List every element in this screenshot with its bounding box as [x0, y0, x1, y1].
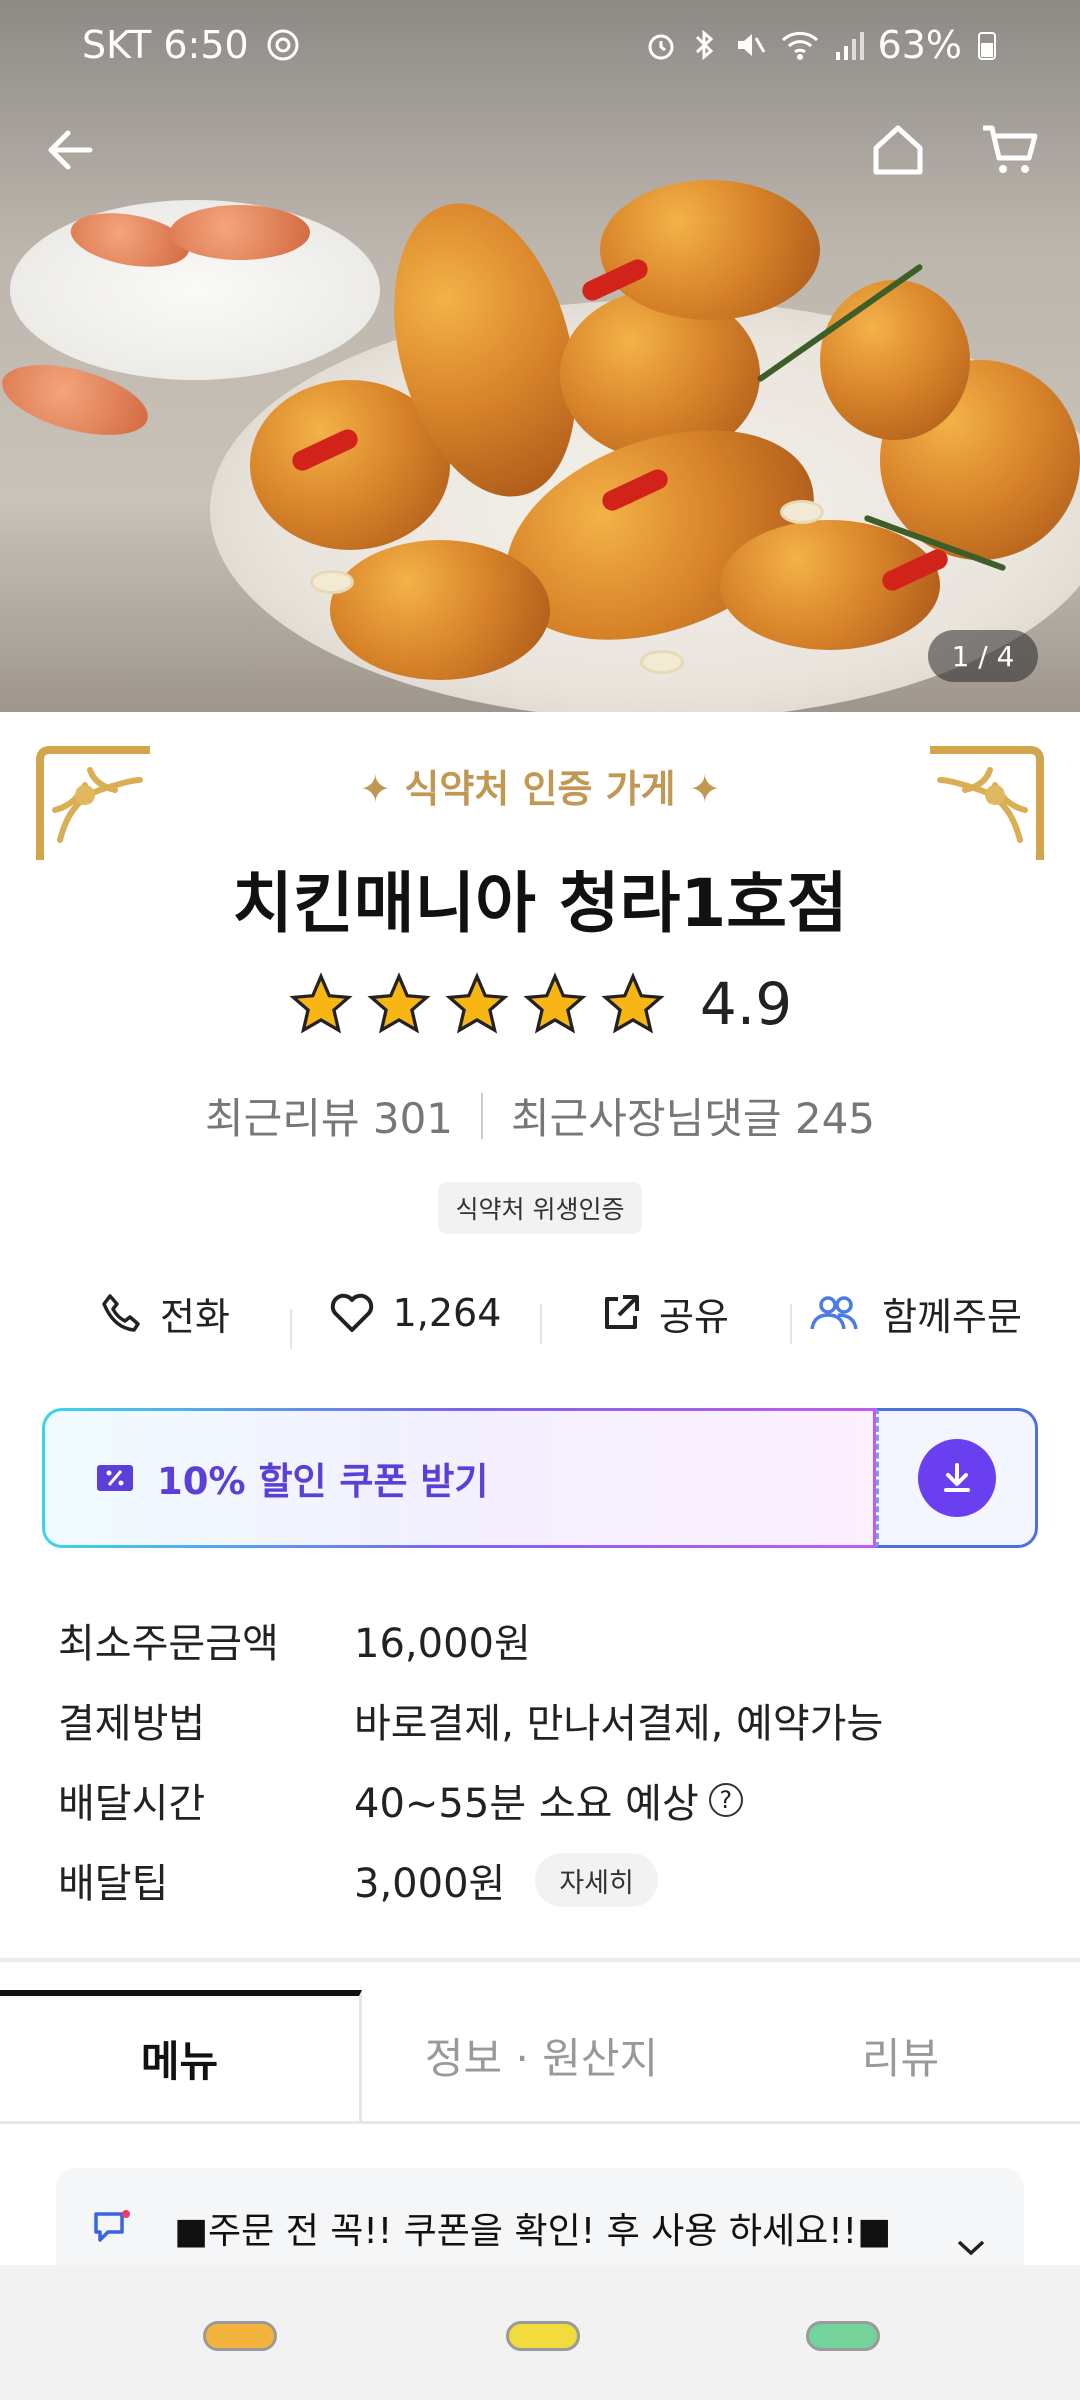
discount-ticket-icon: [97, 1465, 133, 1491]
like-button[interactable]: 1,264: [290, 1291, 540, 1349]
cart-icon: [983, 125, 1038, 173]
tab-menu[interactable]: 메뉴: [0, 1990, 362, 2121]
chevron-down-icon: [957, 2240, 985, 2256]
group-order-button[interactable]: 함께주문: [790, 1286, 1040, 1344]
chicken-piece: [600, 180, 820, 320]
certification-label: ✦ 식약처 인증 가게 ✦: [0, 758, 1080, 813]
download-circle: [918, 1439, 996, 1517]
nav-indicator[interactable]: [806, 2321, 880, 2351]
divider: [481, 1092, 484, 1139]
notice-chat-icon: [94, 2210, 130, 2242]
garlic-slice: [780, 500, 824, 524]
download-icon: [944, 1463, 970, 1492]
back-arrow-icon: [48, 130, 93, 170]
battery-percent: 63%: [877, 23, 962, 67]
back-button[interactable]: [30, 110, 110, 190]
coupon-download-button[interactable]: [876, 1408, 1038, 1548]
star-icon: [601, 972, 665, 1034]
bottom-nav-bar: [0, 2265, 1080, 2400]
home-button[interactable]: [858, 110, 938, 190]
delivery-time-value: 40~55분 소요 예상: [354, 1781, 699, 1827]
nav-indicator[interactable]: [506, 2321, 580, 2351]
cart-button[interactable]: [970, 110, 1050, 190]
share-icon: [605, 1295, 640, 1329]
group-order-label: 함께주문: [882, 1294, 1022, 1339]
recent-reviews-count[interactable]: 최근리뷰 301: [205, 1085, 453, 1146]
payment-value: 바로결제, 만나서결제, 예약가능: [354, 1701, 884, 1747]
phone-icon: [102, 1294, 140, 1332]
garlic-slice: [310, 570, 354, 594]
star-icon: [367, 972, 431, 1034]
call-button[interactable]: 전화: [40, 1286, 290, 1341]
hygiene-certification-badge: 식약처 위생인증: [438, 1182, 642, 1234]
wifi-icon: [781, 31, 818, 60]
star-icon: [289, 972, 353, 1034]
store-tabs: 메뉴 정보 · 원산지 리뷰: [0, 1990, 1080, 2124]
chicken-piece: [330, 540, 550, 680]
bluetooth-icon: [695, 29, 713, 61]
notice-text: ■주문 전 꼭!! 쿠폰을 확인! 후 사용 하세요!!■: [174, 2211, 892, 2252]
share-label: 공유: [659, 1294, 729, 1339]
store-hero-image[interactable]: SKT 6:50 63% 1 / 4: [0, 0, 1080, 712]
store-name: 치킨매니아 청라1호점: [232, 865, 848, 942]
tab-info-origin[interactable]: 정보 · 원산지: [362, 1990, 721, 2121]
tab-reviews[interactable]: 리뷰: [721, 1990, 1080, 2121]
top-navigation: [0, 110, 1080, 200]
delivery-time-label: 배달시간: [58, 1781, 206, 1827]
store-actions: 전화 1,264 공유 함께주문: [40, 1272, 1040, 1354]
delivery-tip-detail-button[interactable]: 자세히: [535, 1853, 658, 1907]
review-summary[interactable]: 최근리뷰 301 최근사장님댓글 245: [0, 1085, 1080, 1146]
chicken-piece: [820, 280, 970, 440]
coupon-main[interactable]: 10% 할인 쿠폰 받기: [42, 1408, 876, 1548]
section-divider: [0, 1958, 1080, 1962]
coupon-label: 10% 할인 쿠폰 받기: [157, 1460, 489, 1503]
mute-icon: [737, 34, 765, 56]
like-count: 1,264: [392, 1291, 502, 1335]
delivery-tip-label: 배달팁: [58, 1861, 169, 1907]
rating-row[interactable]: 4.9: [0, 970, 1080, 1038]
share-button[interactable]: 공유: [540, 1286, 790, 1344]
group-icon: [810, 1296, 858, 1330]
call-label: 전화: [160, 1294, 230, 1339]
min-order-value: 16,000원: [354, 1621, 531, 1667]
sparkle-icon: ✦: [675, 767, 721, 811]
payment-label: 결제방법: [58, 1701, 206, 1747]
delivery-time-row: 배달시간 40~55분 소요 예상 ?: [58, 1760, 1038, 1840]
carrier-time: SKT 6:50: [82, 23, 249, 67]
payment-row: 결제방법 바로결제, 만나서결제, 예약가능: [58, 1680, 1038, 1760]
delivery-time-info: 40~55분 소요 예상 ?: [354, 1771, 743, 1829]
settings-status-icon: [267, 29, 299, 61]
delivery-tip-value: 3,000원: [354, 1861, 506, 1907]
sparkle-icon: ✦: [359, 767, 405, 811]
image-page-counter: 1 / 4: [928, 630, 1038, 682]
delivery-tip-row: 배달팁 3,000원 자세히: [58, 1840, 1038, 1920]
star-icon: [445, 972, 509, 1034]
status-bar: SKT 6:50 63%: [0, 0, 1080, 90]
shrimp: [170, 205, 310, 260]
alarm-icon: [648, 34, 674, 60]
signal-icon: [835, 32, 864, 60]
delivery-tip-info: 3,000원 자세히: [354, 1851, 658, 1909]
star-icon: [523, 972, 587, 1034]
nav-indicator[interactable]: [203, 2321, 277, 2351]
garlic-slice: [640, 650, 684, 674]
min-order-label: 최소주문금액: [58, 1621, 279, 1667]
question-icon[interactable]: ?: [708, 1783, 743, 1817]
coupon-banner[interactable]: 10% 할인 쿠폰 받기: [42, 1408, 1038, 1548]
home-icon: [873, 125, 923, 175]
heart-icon: [330, 1293, 373, 1332]
chicken-piece: [720, 520, 940, 650]
recent-owner-replies-count[interactable]: 최근사장님댓글 245: [511, 1085, 875, 1146]
min-order-row: 최소주문금액 16,000원: [58, 1600, 1038, 1680]
rating-value: 4.9: [699, 970, 793, 1038]
store-info: 최소주문금액 16,000원 결제방법 바로결제, 만나서결제, 예약가능 배달…: [58, 1600, 1038, 1920]
battery-icon: [978, 32, 996, 60]
certification-text: 식약처 인증 가게: [404, 767, 676, 811]
